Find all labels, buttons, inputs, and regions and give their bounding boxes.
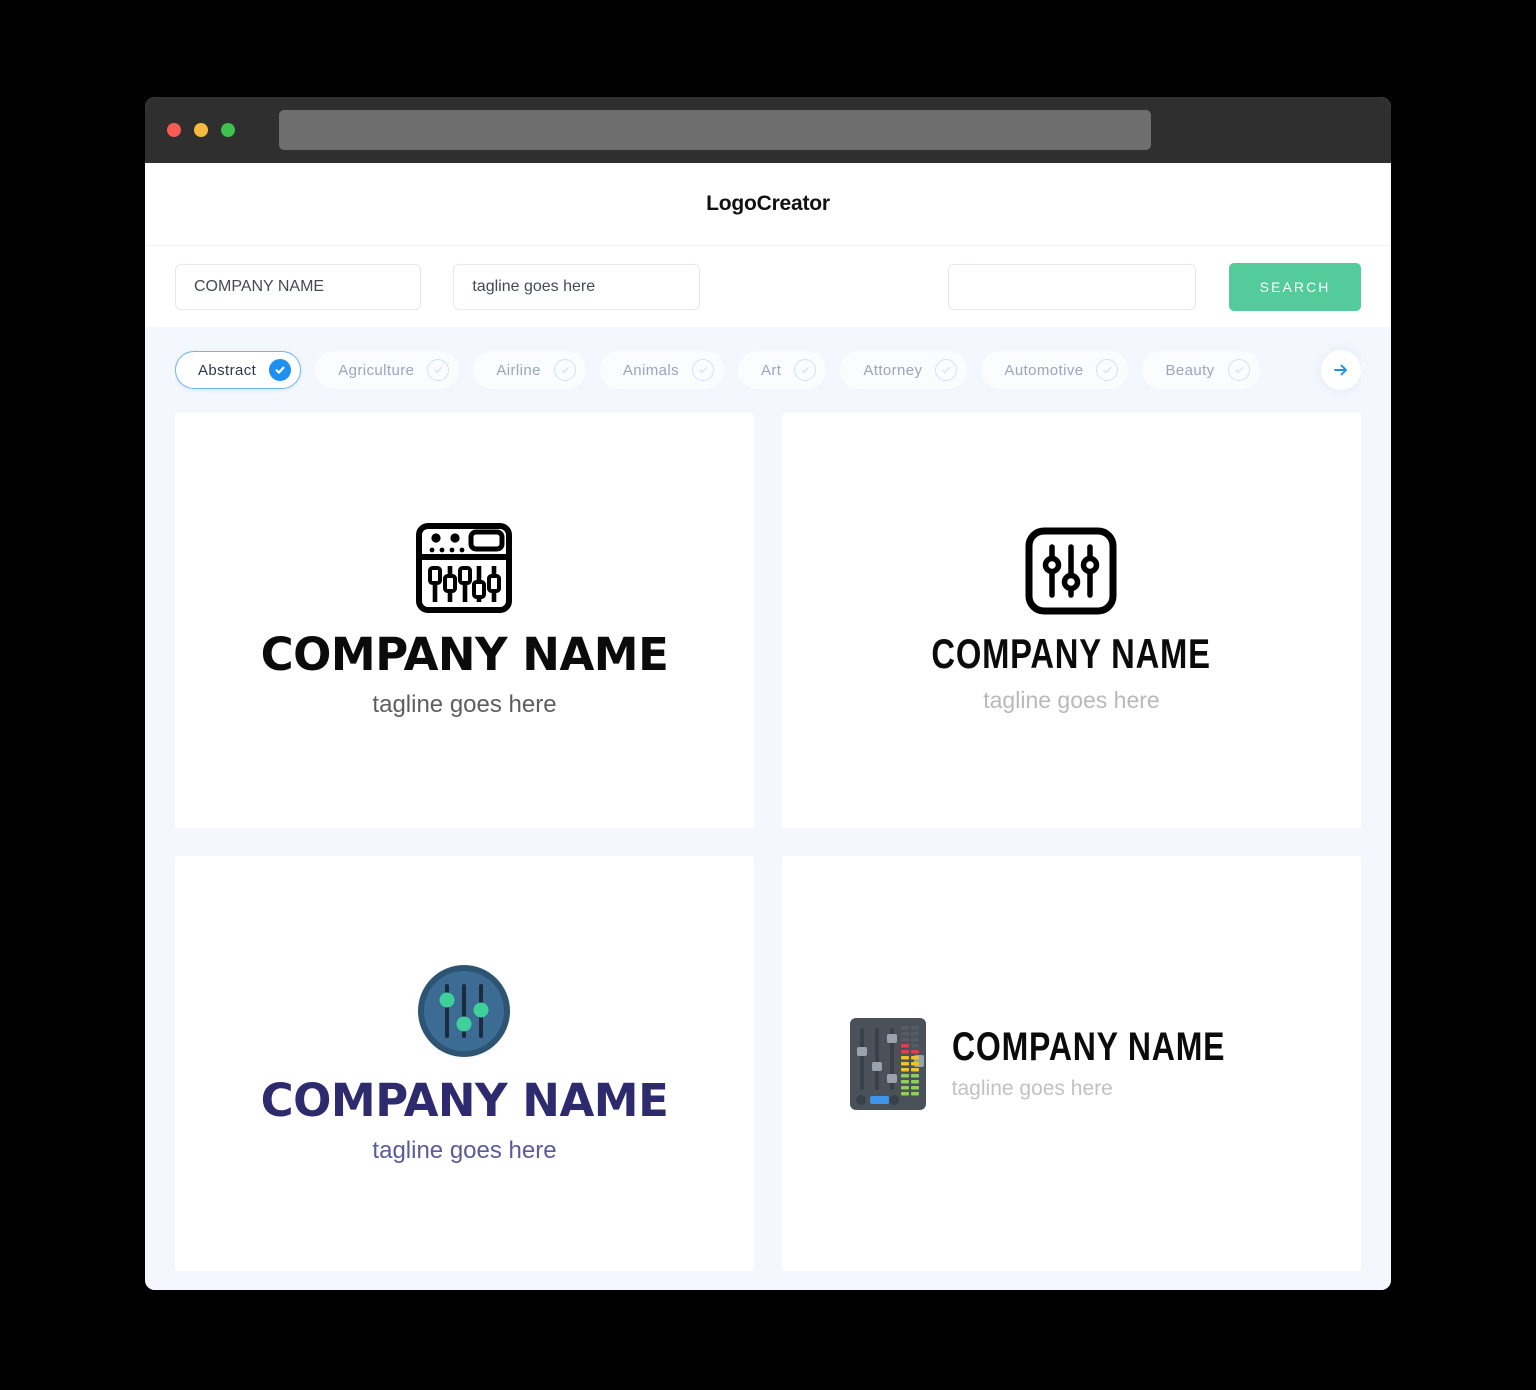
search-button[interactable]: SEARCH [1229, 262, 1362, 311]
check-circle-icon [935, 359, 958, 381]
logo-company-name: COMPANY NAME [260, 628, 669, 681]
browser-titlebar [145, 97, 1391, 163]
category-chip-label: Beauty [1165, 361, 1215, 379]
equalizer-circle-badge-icon [418, 965, 511, 1057]
logo-card[interactable]: COMPANY NAME tagline goes here [782, 413, 1361, 828]
check-circle-icon [794, 359, 817, 381]
logo-company-name: COMPANY NAME [931, 630, 1212, 677]
check-circle-icon [427, 359, 450, 381]
logo-tagline: tagline goes here [372, 691, 557, 718]
category-chip-label: Airline [496, 361, 541, 379]
mixer-console-outline-icon [416, 523, 513, 613]
logo-card[interactable]: COMPANY NAME tagline goes here [175, 413, 754, 828]
category-chip-label: Abstract [198, 361, 257, 379]
category-chip-animals[interactable]: Animals [599, 351, 724, 389]
check-circle-icon [1227, 359, 1250, 381]
category-filter-bar: Abstract Agriculture Airline Animals Art… [175, 327, 1361, 413]
browser-window: LogoCreator SEARCH Abstract Agriculture [145, 97, 1391, 1290]
category-chip-label: Art [760, 361, 782, 379]
browser-url-bar[interactable] [279, 110, 1151, 150]
logo-card[interactable]: COMPANY NAME tagline goes here [175, 856, 754, 1271]
app-logo-title: LogoCreator [706, 192, 830, 215]
category-chip-label: Agriculture [338, 361, 415, 379]
results-area: Abstract Agriculture Airline Animals Art… [145, 327, 1391, 1290]
category-chip-attorney[interactable]: Attorney [840, 351, 968, 389]
check-circle-icon [553, 359, 576, 381]
category-chip-beauty[interactable]: Beauty [1142, 351, 1260, 389]
app-header: LogoCreator [145, 163, 1391, 245]
mixing-board-flat-icon [849, 1017, 926, 1110]
logo-tagline: tagline goes here [951, 1076, 1113, 1100]
check-circle-icon [691, 359, 714, 381]
window-controls [167, 123, 235, 137]
maximize-button[interactable] [221, 123, 235, 137]
arrow-right-icon[interactable] [1321, 350, 1361, 390]
logo-card[interactable]: COMPANY NAME tagline goes here [782, 856, 1361, 1271]
category-chip-agriculture[interactable]: Agriculture [315, 351, 460, 389]
logo-company-name: COMPANY NAME [260, 1074, 669, 1127]
category-chip-abstract[interactable]: Abstract [175, 351, 302, 389]
category-chip-label: Animals [622, 361, 679, 379]
category-chip-automotive[interactable]: Automotive [981, 351, 1129, 389]
category-chip-label: Attorney [863, 361, 923, 379]
keyword-input[interactable] [947, 263, 1197, 310]
logo-results-grid: COMPANY NAME tagline goes here COMPANY N… [175, 413, 1361, 1271]
search-toolbar: SEARCH [145, 245, 1391, 327]
logo-tagline: tagline goes here [372, 1137, 557, 1164]
check-circle-icon [269, 359, 292, 381]
category-chip-airline[interactable]: Airline [473, 351, 586, 389]
tagline-input[interactable] [453, 263, 700, 310]
logo-tagline: tagline goes here [983, 687, 1160, 713]
company-name-input[interactable] [175, 263, 422, 310]
minimize-button[interactable] [194, 123, 208, 137]
check-circle-icon [1096, 359, 1119, 381]
equalizer-rounded-square-outline-icon [1025, 527, 1117, 615]
category-chip-art[interactable]: Art [737, 351, 827, 389]
logo-company-name: COMPANY NAME [951, 1024, 1225, 1069]
close-button[interactable] [167, 123, 181, 137]
category-chip-label: Automotive [1004, 361, 1084, 379]
